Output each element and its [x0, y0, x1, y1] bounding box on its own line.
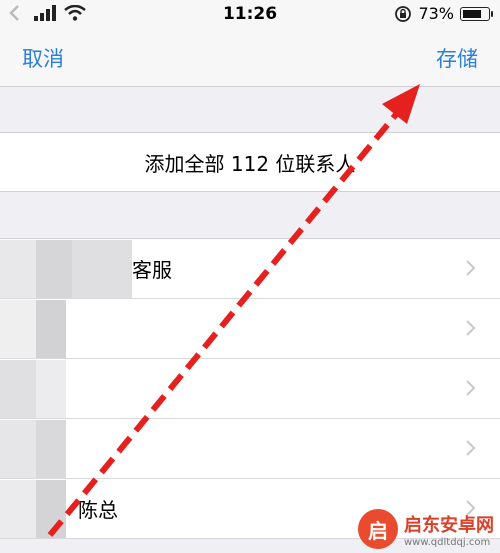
arrow-head	[382, 84, 420, 124]
blur-block	[0, 420, 36, 478]
cancel-button[interactable]: 取消	[22, 43, 64, 73]
contact-name: 客服	[132, 258, 172, 282]
add-all-contacts-button[interactable]: 添加全部 112 位联系人	[0, 132, 500, 192]
chevron-right-icon	[466, 380, 476, 396]
battery-fill	[463, 9, 481, 18]
watermark-name: 启东安卓网	[404, 514, 494, 536]
battery-percent: 73%	[418, 4, 454, 23]
blur-block	[36, 360, 66, 418]
blur-block	[72, 240, 132, 298]
blur-block	[0, 300, 36, 358]
blur-block	[0, 360, 36, 418]
status-bar: 11:26 73%	[0, 0, 500, 30]
chevron-right-icon	[466, 320, 476, 336]
watermark-text: 启东安卓网 www.qdltdqj.com	[404, 511, 494, 548]
chevron-right-icon	[466, 260, 476, 276]
blur-block	[36, 300, 66, 358]
chevron-right-icon	[466, 440, 476, 456]
status-right: 73%	[394, 4, 493, 23]
blur-block	[36, 240, 72, 298]
blur-block	[0, 240, 36, 298]
privacy-blur	[0, 240, 132, 553]
blur-block	[36, 420, 66, 478]
blur-block	[0, 480, 36, 538]
add-all-label: 添加全部 112 位联系人	[144, 151, 356, 176]
battery-icon	[460, 6, 493, 21]
watermark: 启 启东安卓网 www.qdltdqj.com	[358, 509, 494, 549]
navigation-bar: 取消 存储	[0, 30, 500, 87]
watermark-logo: 启	[358, 509, 398, 549]
blur-block	[36, 480, 66, 538]
rotation-lock-icon	[395, 5, 412, 22]
save-button[interactable]: 存储	[436, 43, 478, 73]
watermark-url: www.qdltdqj.com	[404, 536, 491, 548]
